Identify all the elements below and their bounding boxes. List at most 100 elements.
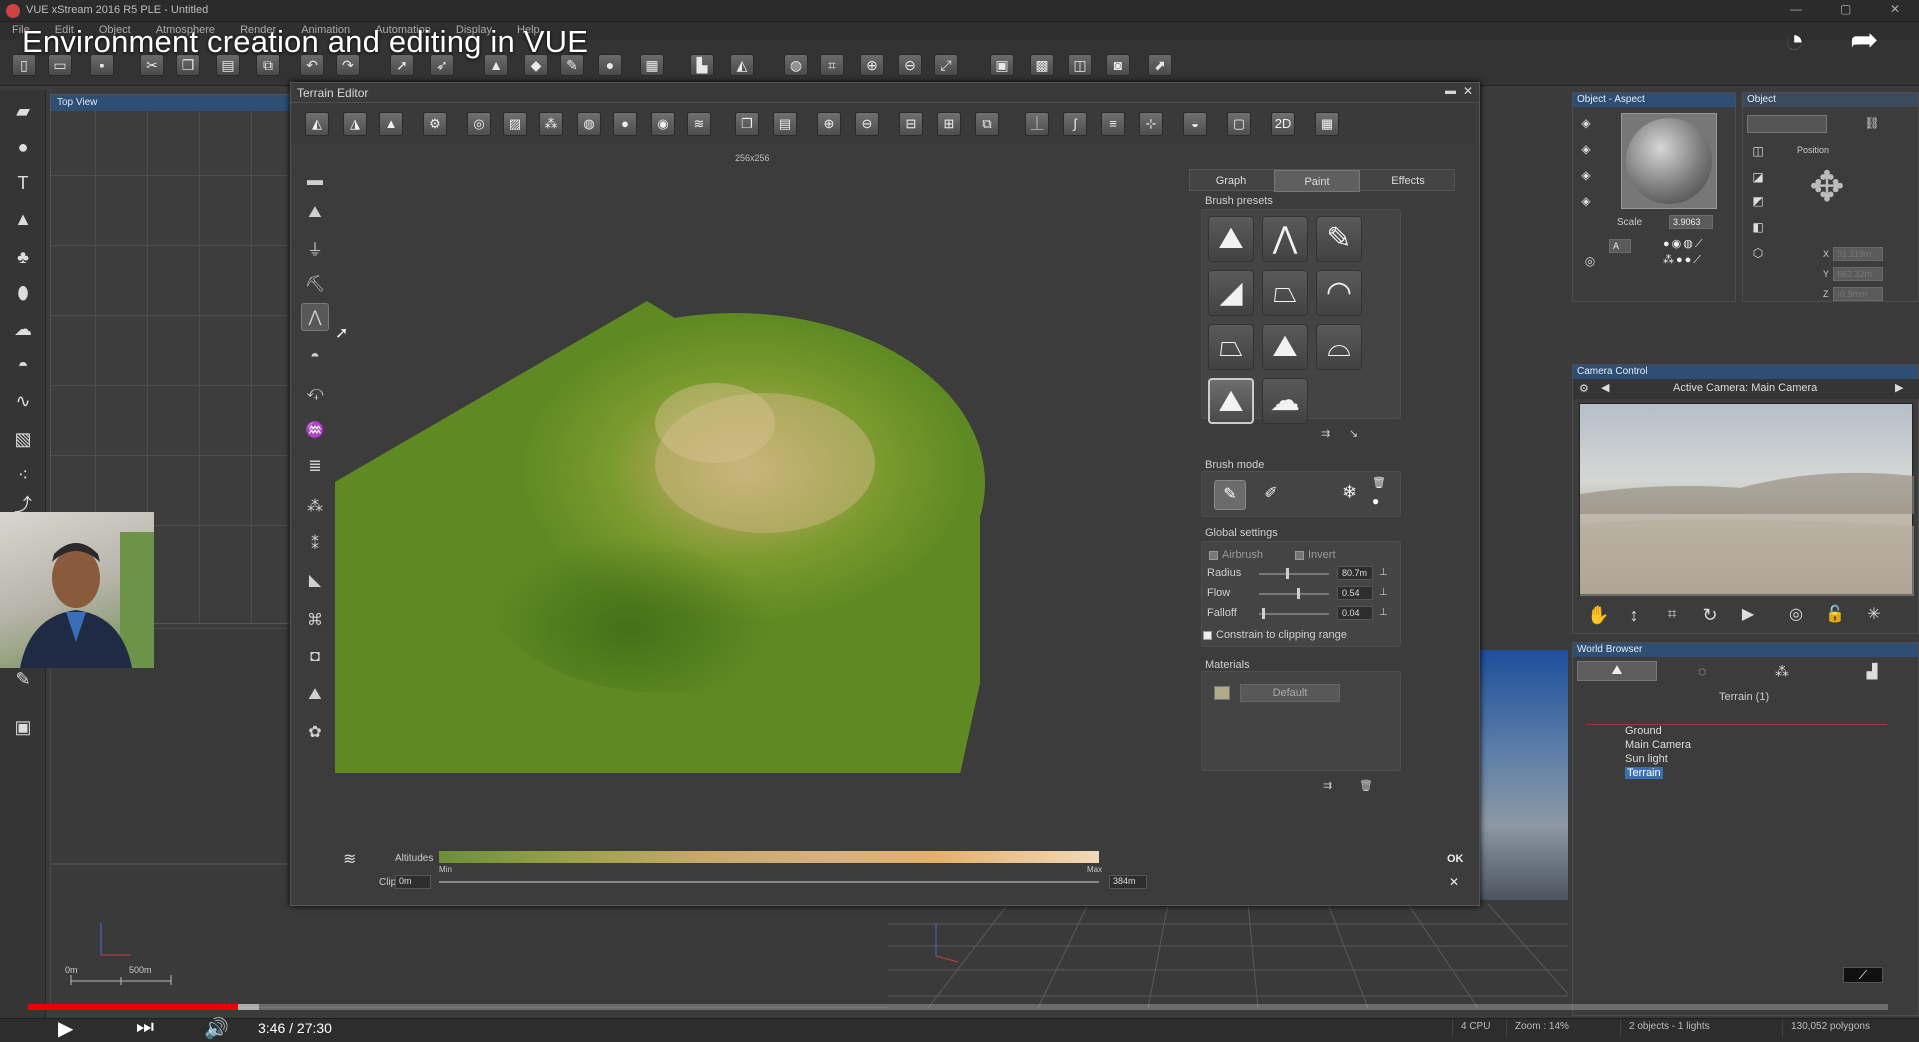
preset-options-icon[interactable]: ↘	[1349, 427, 1358, 440]
procedural-terrain-icon[interactable]: ◭	[305, 112, 329, 136]
picture-icon[interactable]: ▨	[503, 112, 527, 136]
play-icon[interactable]: ▶	[58, 1016, 73, 1041]
share-icon[interactable]: ➦	[1850, 20, 1879, 60]
fractal-tool-icon[interactable]: ♒	[301, 417, 329, 445]
trash-icon[interactable]: 🗑	[1372, 476, 1386, 489]
flatten-tool-icon[interactable]: ⏚	[301, 237, 329, 265]
preset-save-icon[interactable]: ⇉	[1321, 427, 1330, 440]
material-preview[interactable]	[1621, 113, 1717, 209]
radius-slider-knob[interactable]	[1285, 568, 1289, 579]
preset-cloud-icon[interactable]: ☁	[1262, 378, 1308, 424]
library-tab-icon[interactable]: ⁂	[1773, 663, 1791, 679]
play-camera-icon[interactable]: ▶	[1739, 607, 1757, 623]
minimize-editor-icon[interactable]: ▬	[1445, 85, 1456, 97]
text-icon[interactable]: T	[10, 170, 36, 196]
object-position-tab[interactable]	[1747, 115, 1827, 133]
tab-effects[interactable]: Effects	[1364, 170, 1452, 192]
camera-selector[interactable]: ⚙ ◀ Active Camera: Main Camera ▶	[1573, 379, 1919, 399]
scale-obj-icon[interactable]: ◩	[1749, 193, 1767, 209]
radius-slider-track[interactable]	[1259, 573, 1329, 575]
materials-tab-icon[interactable]: ◌	[1693, 663, 1711, 679]
terrace-icon[interactable]: ≡	[1101, 112, 1125, 136]
export-icon[interactable]: ⬈	[1148, 54, 1172, 76]
clip-min-field[interactable]: 0m	[395, 875, 431, 889]
portrait-stamp-icon[interactable]: ◘	[301, 643, 329, 671]
decrease-resolution-icon[interactable]: ⊖	[855, 112, 879, 136]
radius-pin-icon[interactable]: ⊥	[1379, 567, 1388, 578]
rotate-icon[interactable]: ◪	[1749, 169, 1767, 185]
x-value[interactable]: 31.119m	[1833, 247, 1883, 261]
ridges-tool-icon[interactable]: ⌘	[301, 607, 329, 635]
sphere-icon[interactable]: ●	[10, 134, 36, 160]
paint-mode-icon[interactable]: ✎	[1214, 480, 1246, 510]
aspect-tool4-icon[interactable]: ◈	[1577, 193, 1595, 209]
objects-tab-icon[interactable]: ⛰	[1577, 661, 1657, 681]
close-editor-icon[interactable]: ✕	[1463, 84, 1473, 98]
preset-dome-icon[interactable]: ⌓	[1316, 324, 1362, 370]
falloff-slider-knob[interactable]	[1261, 608, 1265, 619]
stratify-tool-icon[interactable]: ≣	[301, 453, 329, 481]
preset-brush-peak-icon[interactable]: ✎	[1316, 216, 1362, 262]
preset-rough-peak-icon[interactable]: ⛰	[1262, 324, 1308, 370]
checker-icon[interactable]: ▦	[1315, 112, 1339, 136]
copy-terrain-icon[interactable]: ❐	[735, 112, 759, 136]
aspect-tool2-icon[interactable]: ◈	[1577, 141, 1595, 157]
tree-item-sun-light[interactable]: Sun light	[1625, 753, 1668, 765]
frame-camera-icon[interactable]: ⌗	[1663, 607, 1681, 623]
import-object-icon[interactable]: ▣	[10, 714, 36, 740]
preset-mesa-icon[interactable]: ⏢	[1208, 324, 1254, 370]
camera-options-icon[interactable]: ⚙	[1579, 382, 1589, 395]
tree-item-ground[interactable]: Ground	[1625, 725, 1662, 737]
frame-icon[interactable]: ⌗	[820, 54, 844, 76]
dissolve-tool-icon[interactable]: ⁂	[301, 493, 329, 521]
zoom-out-icon[interactable]: ⊖	[898, 54, 922, 76]
volume-icon[interactable]: 🔊	[204, 1016, 229, 1041]
line-tool-icon[interactable]: ▬	[301, 167, 329, 195]
paste-terrain-icon[interactable]: ▤	[773, 112, 797, 136]
tree-item-terrain[interactable]: Terrain	[1625, 767, 1663, 779]
pivot-icon[interactable]: ⬡	[1749, 245, 1767, 261]
flow-pin-icon[interactable]: ⊥	[1379, 587, 1388, 598]
ok-button[interactable]: OK	[1447, 853, 1464, 865]
preset-dune-icon[interactable]: ◠	[1316, 270, 1362, 316]
falloff-pin-icon[interactable]: ⊥	[1379, 607, 1388, 618]
close-window-icon[interactable]: ✕	[1890, 2, 1900, 16]
mirror-icon[interactable]: ◭	[730, 54, 754, 76]
position-gizmo-icon[interactable]: ✥	[1797, 155, 1857, 219]
increase-resolution-icon[interactable]: ⊕	[817, 112, 841, 136]
materials-icon[interactable]: ●	[598, 54, 622, 76]
prev-camera-icon[interactable]: ◀	[1601, 381, 1609, 394]
expand-icon[interactable]: ⊞	[937, 112, 961, 136]
video-progress-bar[interactable]	[28, 1004, 1888, 1010]
material-swatch[interactable]	[1214, 686, 1230, 700]
y-value[interactable]: 663.32m	[1833, 267, 1883, 281]
pan-camera-icon[interactable]: ✋	[1587, 606, 1609, 624]
brush-icon[interactable]: ✎	[10, 666, 36, 692]
flow-slider-track[interactable]	[1259, 593, 1329, 595]
smooth-sphere-icon[interactable]: ●	[613, 112, 637, 136]
preset-slope-icon[interactable]: ◢	[1208, 270, 1254, 316]
camera-effects-icon[interactable]: ✳	[1865, 607, 1883, 623]
crater-tool-icon[interactable]: ⛰	[301, 681, 329, 709]
peaks-icon[interactable]: ⏊	[1025, 112, 1049, 136]
lock-camera-icon[interactable]: 🔓	[1825, 607, 1845, 623]
layer-dropdown[interactable]: A	[1609, 239, 1631, 253]
smooth-tool-icon[interactable]: ◓	[301, 343, 329, 371]
aspect-tool-icon[interactable]: ◈	[1577, 115, 1595, 131]
terrain-options-icon[interactable]: ⚙	[423, 112, 447, 136]
stats-tab-icon[interactable]: ▟	[1863, 663, 1881, 679]
render-layers-icon[interactable]: ◫	[1068, 54, 1092, 76]
object-flags-icons[interactable]: ●◉◍⟋	[1663, 237, 1705, 251]
aspect-tool3-icon[interactable]: ◈	[1577, 167, 1595, 183]
dolly-camera-icon[interactable]: ↕	[1625, 606, 1643, 624]
flow-value[interactable]: 0.54	[1337, 586, 1373, 600]
next-video-icon[interactable]: ⏭	[136, 1016, 154, 1039]
standard-terrain-icon[interactable]: ◮	[343, 112, 367, 136]
dig-tool-icon[interactable]: ⛏	[301, 271, 329, 299]
tile-icon[interactable]: ⧉	[975, 112, 999, 136]
preset-peak-icon[interactable]: ⛰	[1208, 216, 1254, 262]
align-icon[interactable]: ▙	[690, 54, 714, 76]
airbrush-checkbox[interactable]: Airbrush	[1209, 549, 1263, 561]
camera-preview[interactable]	[1579, 403, 1914, 596]
pencil-mode-icon[interactable]: ✐	[1256, 480, 1286, 510]
